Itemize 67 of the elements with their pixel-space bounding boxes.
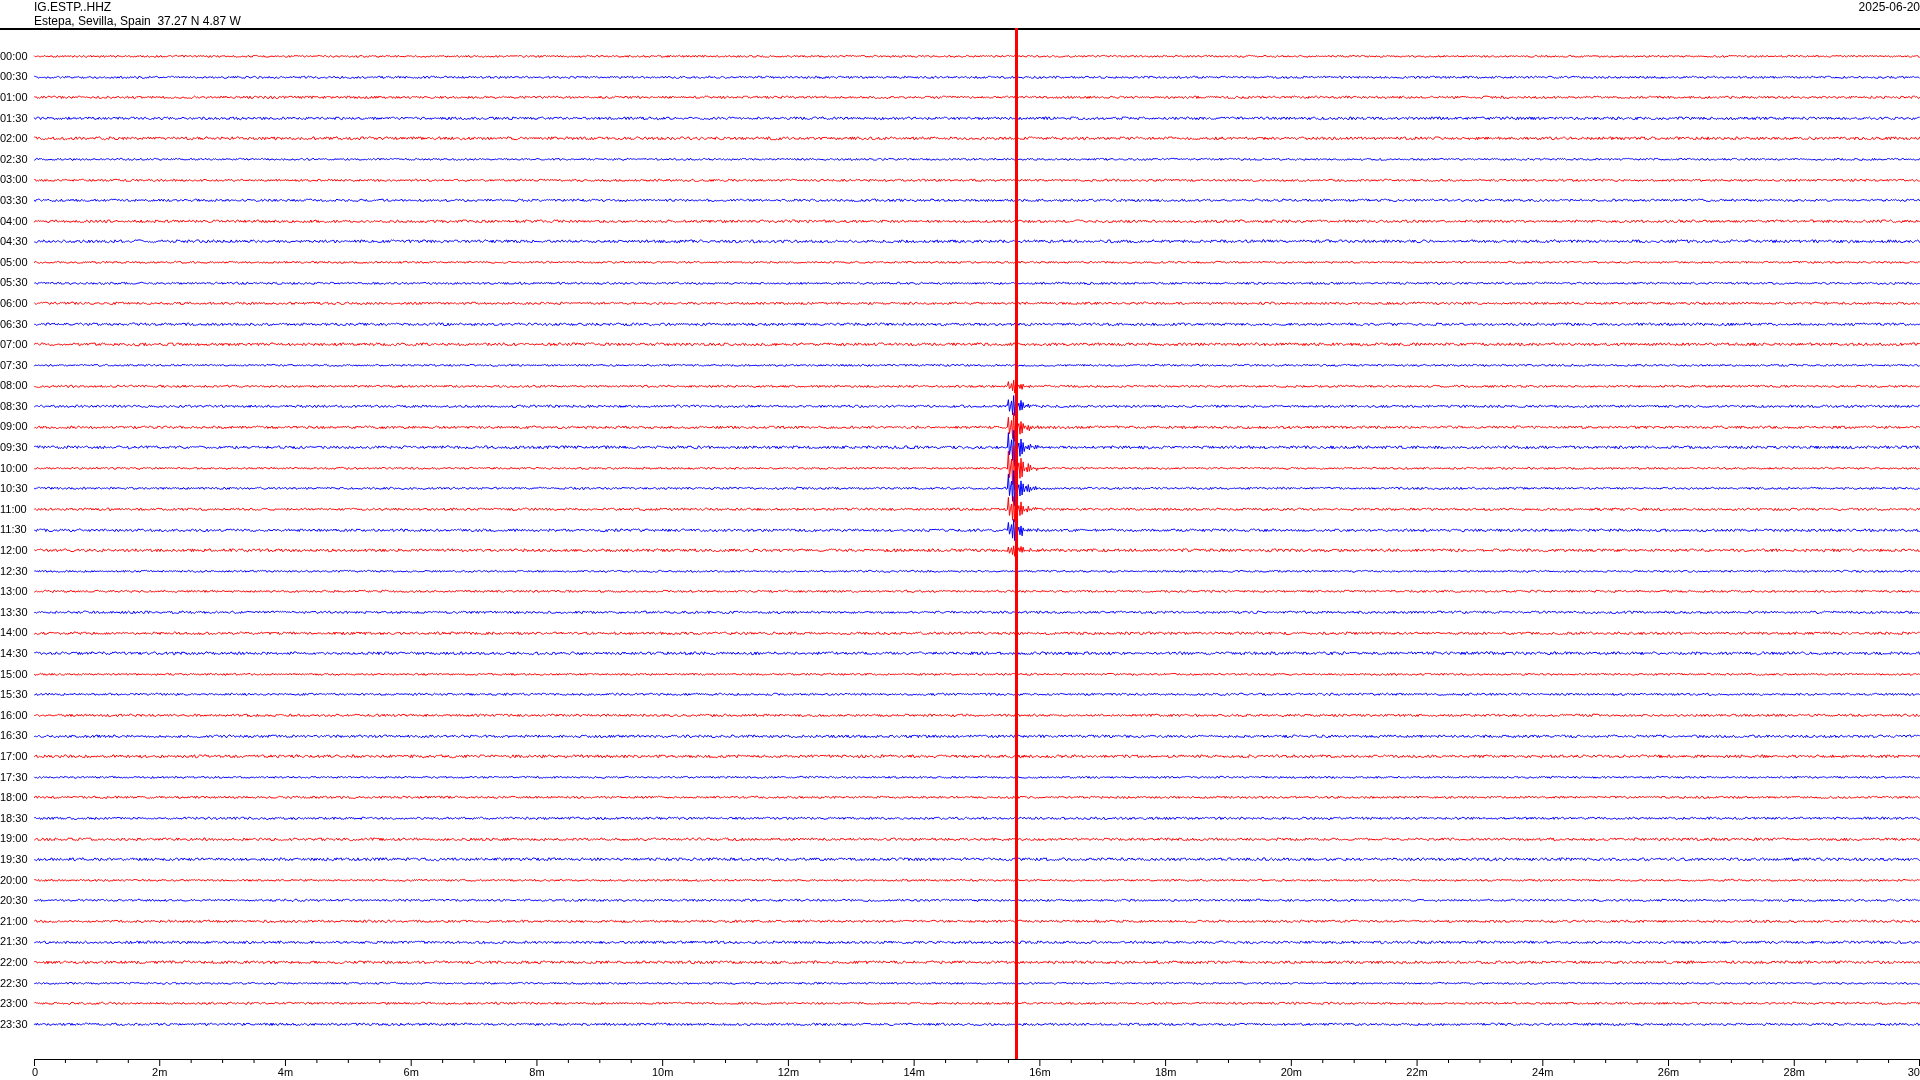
time-label: 13:00 <box>0 586 29 598</box>
time-label: 11:00 <box>0 503 28 515</box>
time-label: 00:30 <box>0 71 29 83</box>
time-label: 15:30 <box>0 689 29 701</box>
time-label: 08:00 <box>0 380 29 392</box>
time-label: 11:30 <box>0 524 28 536</box>
time-label: 10:30 <box>0 483 29 495</box>
time-label: 23:30 <box>0 1018 29 1030</box>
time-label: 03:00 <box>0 174 29 186</box>
time-label: 19:00 <box>0 833 29 845</box>
axis-tick-label: 8m <box>529 1066 545 1078</box>
time-label: 12:00 <box>0 545 29 557</box>
axis-tick-label: 30 <box>1907 1066 1920 1078</box>
time-label: 16:00 <box>0 709 29 721</box>
time-label: 13:30 <box>0 606 29 618</box>
axis-tick-label: 2m <box>152 1066 168 1078</box>
axis-tick-label: 14m <box>903 1066 925 1078</box>
station-location: Estepa, Sevilla, Spain 37.27 N 4.87 W <box>34 14 241 28</box>
time-label: 09:00 <box>0 421 29 433</box>
time-label: 07:30 <box>0 359 29 371</box>
time-label: 16:30 <box>0 730 29 742</box>
time-label: 19:30 <box>0 853 29 865</box>
time-label: 03:30 <box>0 194 29 206</box>
axis-tick-label: 4m <box>277 1066 294 1078</box>
time-label: 02:30 <box>0 153 29 165</box>
axis-tick-label: 22m <box>1406 1066 1428 1078</box>
time-label: 09:30 <box>0 442 29 454</box>
time-label: 00:00 <box>0 50 29 62</box>
axis-tick-label: 12m <box>777 1066 800 1078</box>
time-label: 20:00 <box>0 874 29 886</box>
time-label: 15:00 <box>0 668 29 680</box>
channel-name: IG.ESTP..HHZ <box>34 0 113 14</box>
time-label: 04:00 <box>0 215 29 227</box>
time-label: 22:00 <box>0 956 29 968</box>
axis-tick-label: 20m <box>1280 1066 1303 1078</box>
axis-tick-label: 10m <box>651 1066 674 1078</box>
time-label: 08:30 <box>0 400 29 412</box>
time-label: 01:30 <box>0 112 29 124</box>
time-label: 22:30 <box>0 977 29 989</box>
time-label: 06:00 <box>0 297 29 309</box>
time-label: 18:00 <box>0 792 29 804</box>
axis-tick-label: 28m <box>1783 1066 1805 1078</box>
time-label: 04:30 <box>0 236 29 248</box>
plot-date: 2025-06-20 <box>1858 0 1920 14</box>
time-label: 05:30 <box>0 277 29 289</box>
axis-tick-label: 26m <box>1657 1066 1680 1078</box>
time-label: 10:00 <box>0 462 29 474</box>
time-label: 21:30 <box>0 936 29 948</box>
time-label: 12:30 <box>0 565 29 577</box>
time-label: 17:30 <box>0 771 29 783</box>
axis-tick-label: 24m <box>1532 1066 1554 1078</box>
time-label: 23:00 <box>0 998 29 1010</box>
axis-tick-label: 0 <box>32 1066 39 1078</box>
time-label: 02:00 <box>0 133 29 145</box>
axis-tick-label: 18m <box>1154 1066 1177 1078</box>
axis-tick-label: 6m <box>403 1066 419 1078</box>
time-label: 21:00 <box>0 915 29 927</box>
time-label: 05:00 <box>0 256 29 268</box>
time-label: 06:30 <box>0 318 29 330</box>
time-label: 14:00 <box>0 627 29 639</box>
time-label: 01:00 <box>0 92 29 103</box>
time-label: 17:00 <box>0 751 29 762</box>
time-label: 18:30 <box>0 812 29 824</box>
time-label: 14:30 <box>0 648 29 659</box>
axis-tick-label: 16m <box>1029 1066 1051 1078</box>
time-label: 20:30 <box>0 895 29 907</box>
time-label: 07:00 <box>0 339 29 351</box>
